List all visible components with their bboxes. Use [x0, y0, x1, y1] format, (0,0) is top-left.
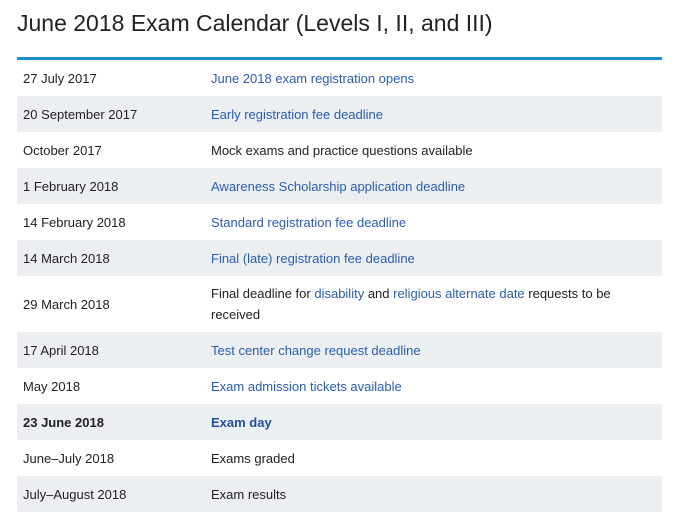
table-row: June–July 2018 Exams graded: [17, 440, 662, 476]
row-date: 23 June 2018: [23, 414, 104, 430]
disability-link[interactable]: disability: [314, 286, 364, 301]
admission-tickets-link[interactable]: Exam admission tickets available: [211, 379, 402, 394]
table-row: 17 April 2018 Test center change request…: [17, 332, 662, 368]
final-registration-deadline-link[interactable]: Final (late) registration fee deadline: [211, 251, 415, 266]
table-row: 14 March 2018 Final (late) registration …: [17, 240, 662, 276]
event-text-part: and: [364, 286, 394, 301]
table-row: 1 February 2018 Awareness Scholarship ap…: [17, 168, 662, 204]
row-date: 20 September 2017: [23, 106, 138, 122]
registration-opens-link[interactable]: June 2018 exam registration opens: [211, 71, 414, 86]
row-date: 17 April 2018: [23, 342, 99, 358]
table-row: July–August 2018 Exam results: [17, 476, 662, 512]
row-date: June–July 2018: [23, 450, 115, 466]
scholarship-deadline-link[interactable]: Awareness Scholarship application deadli…: [211, 179, 465, 194]
row-event-text: Exam results: [211, 486, 287, 502]
row-date: May 2018: [23, 378, 81, 394]
row-date: 29 March 2018: [23, 296, 110, 312]
religious-alternate-date-link[interactable]: religious alternate date: [393, 286, 525, 301]
row-event-text: Exams graded: [211, 450, 295, 466]
exam-calendar-table: 27 July 2017 June 2018 exam registration…: [17, 60, 662, 512]
row-date: 14 March 2018: [23, 250, 110, 266]
row-event-text: Final deadline for disability and religi…: [211, 283, 662, 325]
row-event-text: Mock exams and practice questions availa…: [211, 142, 473, 158]
exam-day-link[interactable]: Exam day: [211, 415, 272, 430]
row-date: 14 February 2018: [23, 214, 126, 230]
table-row: October 2017 Mock exams and practice que…: [17, 132, 662, 168]
early-registration-deadline-link[interactable]: Early registration fee deadline: [211, 107, 383, 122]
standard-registration-deadline-link[interactable]: Standard registration fee deadline: [211, 215, 406, 230]
table-row: 27 July 2017 June 2018 exam registration…: [17, 60, 662, 96]
row-date: July–August 2018: [23, 486, 127, 502]
event-text-part: Final deadline for: [211, 286, 315, 301]
table-row-exam-day: 23 June 2018 Exam day: [17, 404, 662, 440]
test-center-change-link[interactable]: Test center change request deadline: [211, 343, 421, 358]
page-title: June 2018 Exam Calendar (Levels I, II, a…: [17, 10, 493, 36]
row-date: October 2017: [23, 142, 102, 158]
row-date: 1 February 2018: [23, 178, 119, 194]
row-date: 27 July 2017: [23, 70, 97, 86]
table-row: 29 March 2018 Final deadline for disabil…: [17, 276, 662, 332]
table-row: 14 February 2018 Standard registration f…: [17, 204, 662, 240]
table-row: May 2018 Exam admission tickets availabl…: [17, 368, 662, 404]
table-row: 20 September 2017 Early registration fee…: [17, 96, 662, 132]
